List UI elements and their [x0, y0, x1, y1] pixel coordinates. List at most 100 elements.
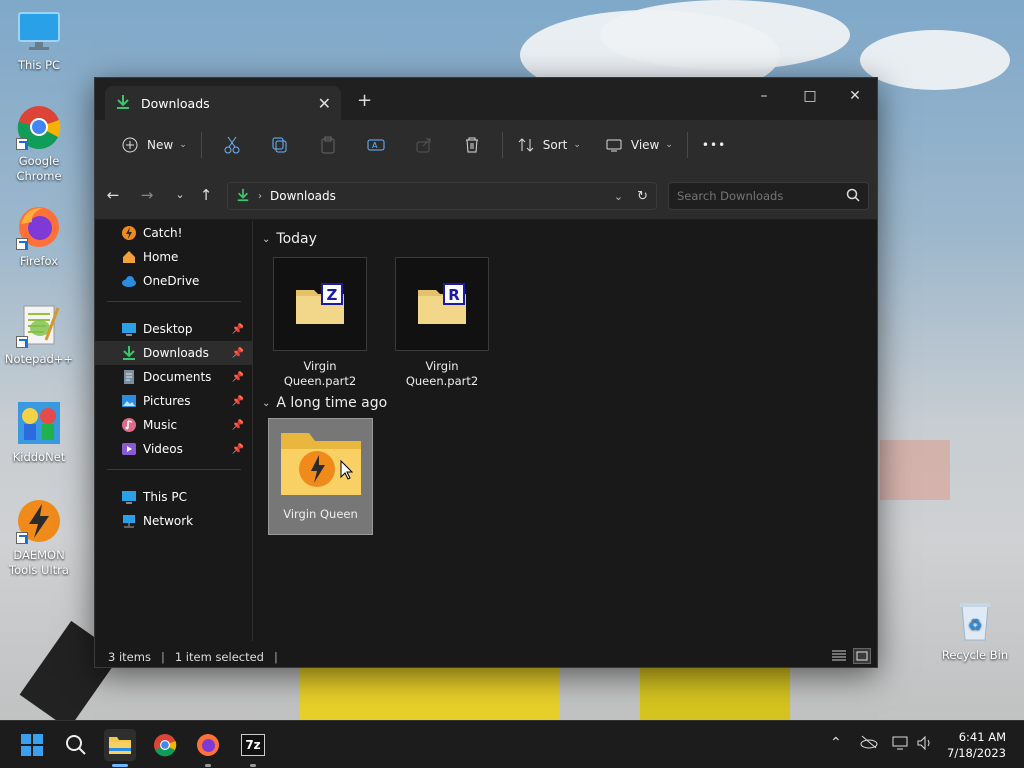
tab-downloads[interactable]: Downloads ✕	[105, 86, 341, 120]
view-label: View	[630, 138, 660, 152]
sidebar-item-documents[interactable]: Documents 📌	[95, 365, 252, 389]
tab-close-icon[interactable]: ✕	[318, 94, 331, 113]
search-icon[interactable]	[846, 188, 860, 205]
rename-button[interactable]: A	[352, 129, 400, 161]
desktop-icon-kiddonet[interactable]: KiddoNet	[3, 400, 75, 465]
taskbar-chrome[interactable]	[149, 729, 181, 761]
command-bar: New ⌄ A Sort ⌄ View ⌄ •••	[95, 120, 877, 170]
plus-circle-icon	[121, 136, 139, 154]
view-button[interactable]: View ⌄	[597, 129, 681, 161]
desktop-icon-firefox[interactable]: Firefox	[3, 204, 75, 269]
sidebar-item-pictures[interactable]: Pictures 📌	[95, 389, 252, 413]
file-item[interactable]: R Virgin Queen.part2	[394, 257, 490, 388]
breadcrumb-downloads[interactable]: Downloads	[270, 189, 614, 203]
pin-icon[interactable]: 📌	[232, 444, 244, 455]
desktop-icon-daemon-tools[interactable]: DAEMON Tools Ultra	[3, 498, 75, 578]
desktop-icon-label: Firefox	[19, 254, 59, 268]
paste-button[interactable]	[304, 129, 352, 161]
pin-icon[interactable]: 📌	[232, 372, 244, 383]
sidebar-item-onedrive[interactable]: OneDrive	[95, 269, 252, 293]
desktop-icon-chrome[interactable]: Google Chrome	[3, 104, 75, 184]
desktop-icon-this-pc[interactable]: This PC	[3, 8, 75, 73]
folder-item-selected[interactable]: Virgin Queen	[268, 418, 373, 535]
recent-locations-button[interactable]: ⌄	[168, 184, 192, 206]
sidebar-item-catch[interactable]: Catch!	[95, 221, 252, 245]
shortcut-arrow-icon	[16, 336, 28, 348]
running-indicator	[250, 764, 256, 767]
taskbar-7zip[interactable]: 7z	[237, 729, 269, 767]
new-button[interactable]: New ⌄	[113, 129, 195, 161]
desktop-icon-label: Google Chrome	[16, 154, 62, 183]
folder-icon	[277, 427, 365, 507]
volume-tray-icon[interactable]	[916, 735, 934, 755]
folder-icon	[109, 737, 131, 754]
refresh-icon[interactable]: ↻	[637, 189, 648, 204]
share-button[interactable]	[400, 129, 448, 161]
search-input[interactable]	[677, 189, 846, 203]
status-divider: |	[160, 650, 165, 664]
delete-button[interactable]	[448, 129, 496, 161]
background-figure	[640, 668, 790, 720]
start-button[interactable]	[16, 729, 48, 761]
navigation-pane: Catch! Home OneDrive Desktop 📌 Downloads…	[95, 221, 253, 641]
pin-icon[interactable]: 📌	[232, 420, 244, 431]
chevron-down-icon: ⌄	[262, 397, 271, 409]
cut-button[interactable]	[208, 129, 256, 161]
pin-icon[interactable]: 📌	[232, 324, 244, 335]
sort-icon	[517, 136, 535, 154]
sidebar-item-label: Desktop	[143, 322, 193, 336]
pin-icon[interactable]: 📌	[232, 396, 244, 407]
svg-text:R: R	[448, 286, 460, 304]
search-icon	[66, 735, 86, 755]
group-header-today[interactable]: ⌄ Today	[262, 231, 317, 247]
network-tray-icon[interactable]	[892, 735, 910, 755]
file-item[interactable]: Z Virgin Queen.part2	[272, 257, 368, 388]
group-title: Today	[276, 231, 317, 247]
tiles-view-icon[interactable]	[853, 648, 871, 664]
svg-text:A: A	[372, 141, 378, 150]
maximize-button[interactable]: □	[787, 82, 833, 110]
scissors-icon	[224, 136, 240, 154]
forward-button[interactable]: →	[135, 184, 159, 206]
search-box[interactable]	[668, 182, 869, 210]
minimize-button[interactable]: –	[741, 82, 787, 110]
background-figure	[880, 440, 950, 500]
new-tab-button[interactable]: +	[357, 90, 372, 111]
sort-button[interactable]: Sort ⌄	[509, 129, 589, 161]
taskbar-file-explorer[interactable]	[104, 729, 136, 767]
address-dropdown-icon[interactable]: ⌄	[614, 190, 623, 203]
address-bar[interactable]: › Downloads ⌄ ↻	[227, 182, 657, 210]
taskbar: 7z ⌃ 6:41 AM 7/18/2023	[0, 720, 1024, 768]
sidebar-item-label: Documents	[143, 370, 212, 384]
notepadpp-icon	[16, 302, 62, 348]
pin-icon[interactable]: 📌	[232, 348, 244, 359]
recycle-bin-icon: ♻	[952, 598, 998, 644]
details-view-icon[interactable]	[831, 649, 847, 666]
sidebar-item-network[interactable]: Network	[95, 509, 252, 533]
copy-button[interactable]	[256, 129, 304, 161]
onedrive-tray-icon[interactable]	[860, 735, 878, 753]
show-hidden-icons-button[interactable]: ⌃	[830, 735, 842, 751]
sidebar-item-home[interactable]: Home	[95, 245, 252, 269]
sidebar-item-label: Network	[143, 514, 194, 528]
desktop-icon-notepadpp[interactable]: Notepad++	[3, 302, 75, 367]
back-button[interactable]: ←	[101, 184, 125, 206]
status-divider: |	[273, 650, 278, 664]
sidebar-item-videos[interactable]: Videos 📌	[95, 437, 252, 461]
clock[interactable]: 6:41 AM 7/18/2023	[947, 729, 1006, 761]
sidebar-item-label: Pictures	[143, 394, 191, 408]
group-title: A long time ago	[276, 395, 388, 411]
sidebar-item-desktop[interactable]: Desktop 📌	[95, 317, 252, 341]
desktop-icon-recycle-bin[interactable]: ♻ Recycle Bin	[939, 598, 1011, 663]
group-header-long-ago[interactable]: ⌄ A long time ago	[262, 395, 387, 411]
taskbar-firefox[interactable]	[192, 729, 224, 767]
sidebar-item-downloads[interactable]: Downloads 📌	[95, 341, 252, 365]
search-taskbar-button[interactable]	[60, 729, 92, 761]
more-options-button[interactable]: •••	[694, 129, 734, 161]
sidebar-item-music[interactable]: Music 📌	[95, 413, 252, 437]
chevron-down-icon: ⌄	[573, 140, 581, 150]
close-button[interactable]: ✕	[832, 82, 878, 110]
shortcut-arrow-icon	[16, 532, 28, 544]
up-button[interactable]: ↑	[194, 184, 218, 206]
sidebar-item-this-pc[interactable]: This PC	[95, 485, 252, 509]
